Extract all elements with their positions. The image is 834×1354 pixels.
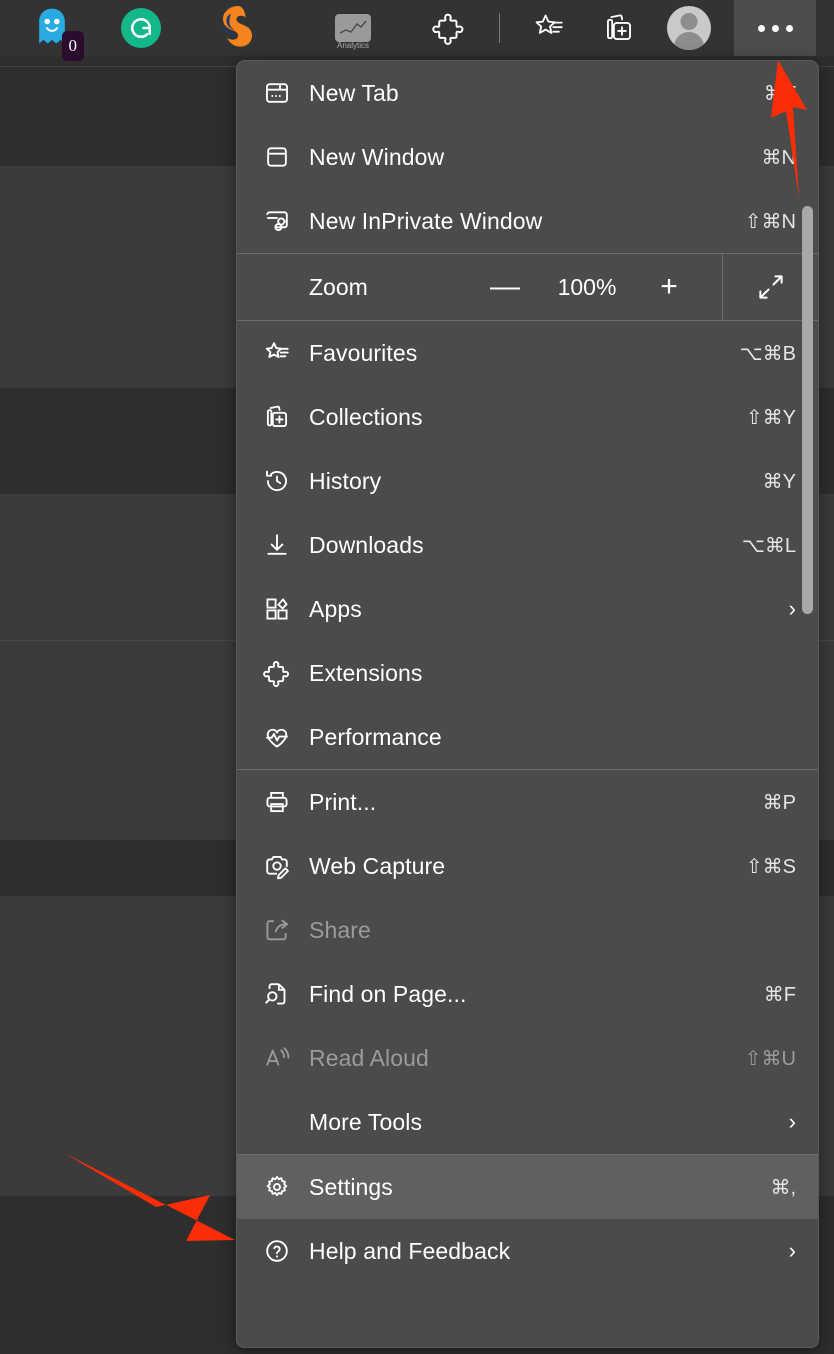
printer-icon — [263, 788, 303, 816]
browser-main-menu: New Tab ⌘T New Window ⌘N — [236, 60, 819, 1348]
chevron-right-icon: › — [774, 1240, 796, 1262]
question-circle-icon — [263, 1237, 303, 1265]
menu-item-label: New InPrivate Window — [303, 208, 745, 235]
menu-item-label: Share — [303, 917, 796, 944]
ghostery-extension-button[interactable]: 0 — [18, 0, 88, 56]
menu-item-label: Print... — [303, 789, 763, 816]
inprivate-window-icon — [263, 207, 303, 235]
web-capture-icon — [263, 852, 303, 880]
menu-item-shortcut: ⌘, — [770, 1175, 796, 1200]
menu-zoom-row: Zoom — 100% + — [237, 254, 818, 320]
menu-item-label: Apps — [303, 596, 774, 623]
zoom-level-value: 100% — [540, 274, 634, 301]
more-options-button[interactable] — [734, 0, 816, 56]
menu-item-label: Favourites — [303, 340, 740, 367]
star-list-icon — [263, 339, 303, 367]
menu-item-read-aloud: Read Aloud ⇧⌘U — [237, 1026, 818, 1090]
menu-item-label: Web Capture — [303, 853, 746, 880]
menu-item-shortcut: ⌘P — [763, 790, 796, 815]
find-magnifier-icon — [263, 980, 303, 1008]
menu-item-shortcut: ⇧⌘Y — [746, 405, 796, 430]
menu-item-downloads[interactable]: Downloads ⌥⌘L — [237, 513, 818, 577]
ellipsis-icon — [758, 25, 793, 32]
grammarly-extension-button[interactable] — [106, 0, 176, 56]
menu-item-web-capture[interactable]: Web Capture ⇧⌘S — [237, 834, 818, 898]
zoom-out-button[interactable]: — — [470, 272, 540, 302]
semrush-extension-button[interactable] — [202, 0, 272, 56]
menu-item-new-tab[interactable]: New Tab ⌘T — [237, 61, 818, 125]
menu-item-shortcut: ⌥⌘B — [740, 341, 796, 366]
menu-item-settings[interactable]: Settings ⌘, — [237, 1155, 818, 1219]
menu-item-label: Settings — [303, 1174, 770, 1201]
star-list-icon — [532, 11, 566, 45]
gear-icon — [263, 1173, 303, 1201]
menu-item-share: Share — [237, 898, 818, 962]
menu-scrollbar-thumb[interactable] — [802, 206, 813, 614]
menu-item-shortcut: ⌘F — [764, 982, 796, 1007]
analytics-chart-icon — [335, 14, 371, 42]
menu-item-label: Performance — [303, 724, 796, 751]
puzzle-piece-icon — [263, 659, 303, 687]
menu-item-history[interactable]: History ⌘Y — [237, 449, 818, 513]
chevron-right-icon: › — [774, 1111, 796, 1133]
menu-item-label: Downloads — [303, 532, 742, 559]
extensions-button[interactable] — [414, 0, 484, 56]
new-tab-icon — [263, 79, 303, 107]
menu-item-label: Extensions — [303, 660, 796, 687]
menu-item-shortcut: ⇧⌘U — [745, 1046, 796, 1071]
collections-add-icon — [263, 403, 303, 431]
read-aloud-icon — [263, 1044, 303, 1072]
download-arrow-icon — [263, 531, 303, 559]
menu-item-find-on-page[interactable]: Find on Page... ⌘F — [237, 962, 818, 1026]
menu-item-label: History — [303, 468, 763, 495]
menu-item-shortcut: ⇧⌘S — [746, 854, 796, 879]
menu-item-print[interactable]: Print... ⌘P — [237, 770, 818, 834]
menu-item-label: Read Aloud — [303, 1045, 745, 1072]
menu-item-label: More Tools — [263, 1109, 774, 1136]
zoom-in-button[interactable]: + — [634, 272, 704, 302]
toolbar-divider — [484, 0, 514, 56]
share-icon — [263, 916, 303, 944]
menu-item-label: New Window — [303, 144, 762, 171]
menu-item-help-and-feedback[interactable]: Help and Feedback › — [237, 1219, 818, 1283]
menu-item-shortcut: ⌥⌘L — [742, 533, 796, 558]
puzzle-piece-icon — [432, 11, 466, 45]
ghostery-tracker-count-badge: 0 — [62, 31, 85, 61]
profile-button[interactable] — [654, 0, 724, 56]
menu-item-shortcut: ⌘N — [762, 145, 796, 170]
collections-add-icon — [602, 11, 636, 45]
menu-item-apps[interactable]: Apps › — [237, 577, 818, 641]
menu-item-label: Find on Page... — [303, 981, 764, 1008]
collections-button[interactable] — [584, 0, 654, 56]
analytics-extension-button[interactable]: Analytics — [318, 0, 388, 56]
browser-toolbar: 0 — [0, 0, 834, 56]
fullscreen-expand-icon — [756, 272, 786, 302]
menu-item-performance[interactable]: Performance — [237, 705, 818, 769]
chevron-right-icon: › — [774, 598, 796, 620]
user-avatar-icon — [667, 6, 711, 50]
grammarly-g-icon — [121, 8, 161, 48]
menu-item-new-window[interactable]: New Window ⌘N — [237, 125, 818, 189]
menu-item-extensions[interactable]: Extensions — [237, 641, 818, 705]
performance-pulse-icon — [263, 723, 303, 751]
menu-item-collections[interactable]: Collections ⇧⌘Y — [237, 385, 818, 449]
favourites-button[interactable] — [514, 0, 584, 56]
menu-item-shortcut: ⌘T — [764, 81, 796, 106]
history-clock-icon — [263, 467, 303, 495]
zoom-label: Zoom — [309, 274, 368, 301]
menu-item-new-inprivate-window[interactable]: New InPrivate Window ⇧⌘N — [237, 189, 818, 253]
semrush-s-icon — [217, 4, 257, 53]
apps-grid-icon — [263, 595, 303, 623]
menu-item-label: Help and Feedback — [303, 1238, 774, 1265]
menu-item-label: New Tab — [303, 80, 764, 107]
menu-item-shortcut: ⇧⌘N — [745, 209, 796, 234]
menu-item-label: Collections — [303, 404, 746, 431]
ghost-icon: 0 — [30, 5, 76, 51]
menu-item-more-tools[interactable]: More Tools › — [237, 1090, 818, 1154]
analytics-extension-label: Analytics — [318, 41, 388, 50]
menu-item-shortcut: ⌘Y — [763, 469, 796, 494]
new-window-icon — [263, 143, 303, 171]
menu-item-favourites[interactable]: Favourites ⌥⌘B — [237, 321, 818, 385]
